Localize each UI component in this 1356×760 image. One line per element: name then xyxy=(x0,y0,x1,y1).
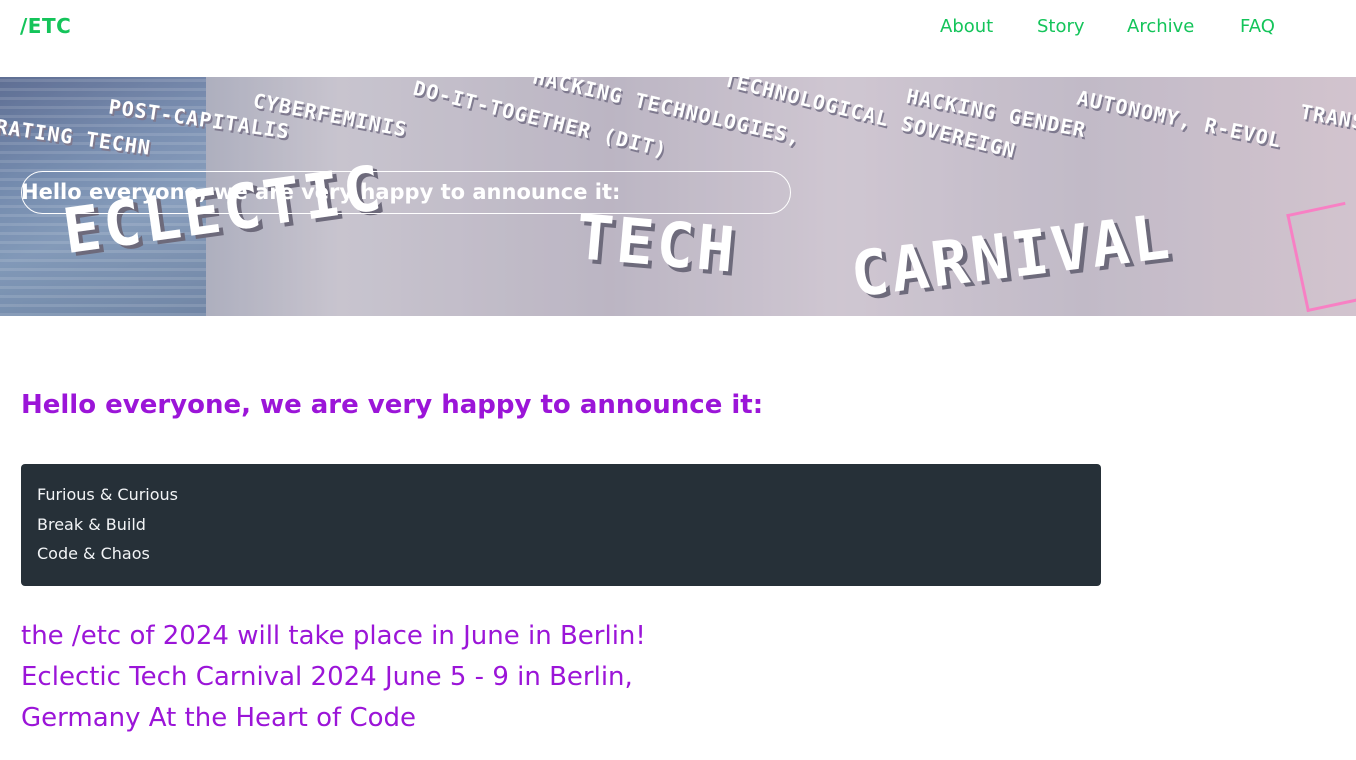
motto-line: Code & Chaos xyxy=(37,544,150,563)
site-logo[interactable]: /ETC xyxy=(20,14,71,38)
announcement-line: the /etc of 2024 will take place in June… xyxy=(21,621,646,651)
motto-code-block: Furious & Curious Break & Build Code & C… xyxy=(21,464,1101,586)
motto-line: Furious & Curious xyxy=(37,485,179,504)
motto-line: Break & Build xyxy=(37,514,146,534)
nav-link-archive[interactable]: Archive xyxy=(1127,16,1194,37)
announcement-line: Eclectic Tech Carnival 2024 June 5 - 9 i… xyxy=(21,662,633,692)
banner-announcement-text: Hello everyone, we are very happy to ann… xyxy=(21,180,621,204)
site-header: /ETC About Story Archive FAQ xyxy=(0,0,1356,77)
hero-banner: POST-CAPITALIS RATING TECHN CYBERFEMINIS… xyxy=(0,77,1356,316)
nav-link-about[interactable]: About xyxy=(940,16,993,37)
announcement-line: Germany At the Heart of Code xyxy=(21,703,417,733)
nav-link-story[interactable]: Story xyxy=(1037,16,1085,37)
announcement-heading: Hello everyone, we are very happy to ann… xyxy=(21,390,764,420)
event-announcement: the /etc of 2024 will take place in June… xyxy=(21,616,681,739)
nav-link-faq[interactable]: FAQ xyxy=(1240,16,1275,37)
